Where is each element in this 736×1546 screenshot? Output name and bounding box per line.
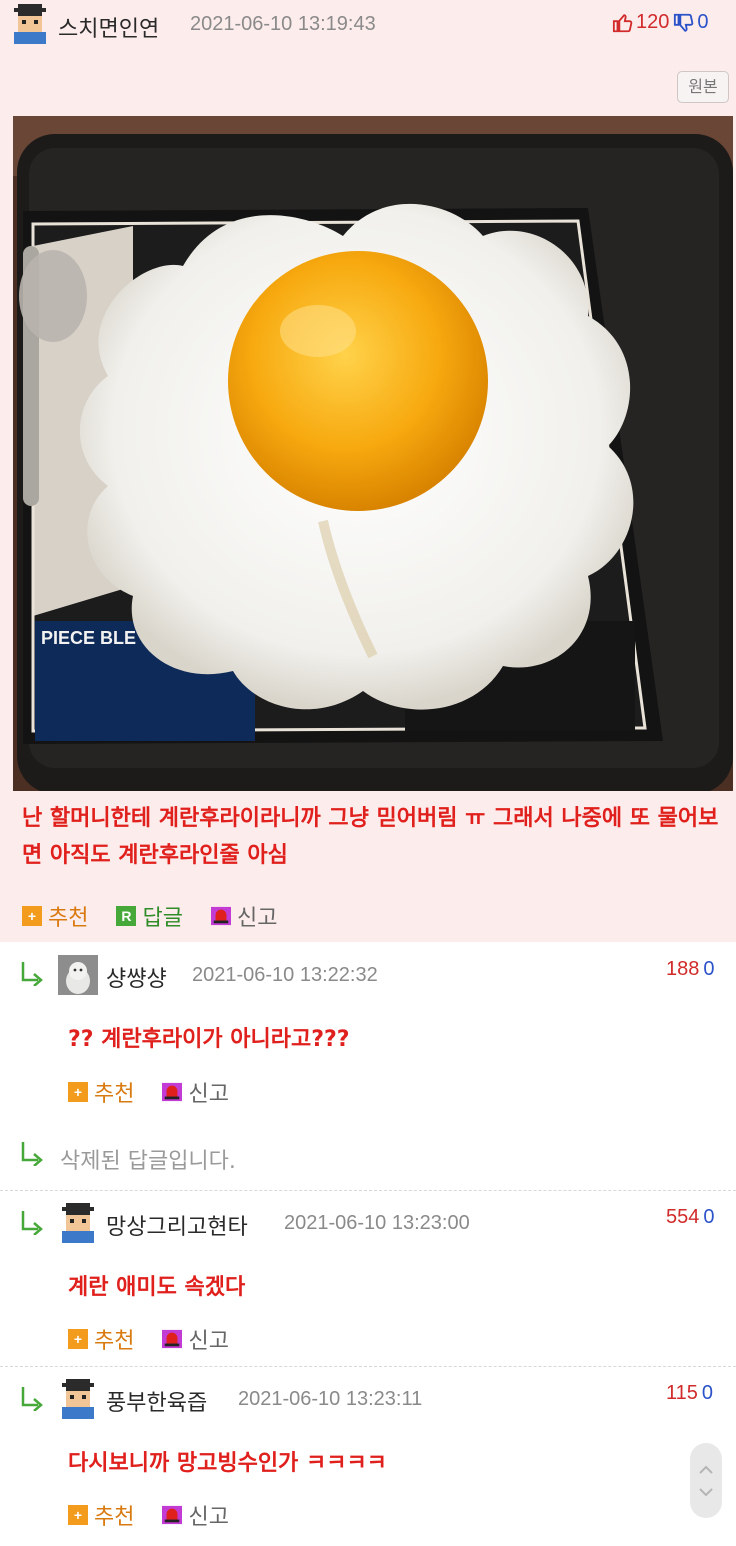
cat-avatar-icon[interactable] [58, 955, 98, 995]
post-date: 2021-06-10 13:19:43 [190, 13, 376, 35]
comment-upvote-count[interactable]: 554 [666, 1206, 699, 1229]
comment: 망상그리고현타 2021-06-10 13:23:00 554 0 계란 애미도… [0, 1190, 736, 1366]
post-photo[interactable]: PIECE BLE ncel [13, 116, 733, 791]
report-button[interactable]: 신고 [162, 1076, 229, 1108]
comment: 풍부한육즙 2021-06-10 13:23:11 115 0 다시보니까 망고… [0, 1366, 736, 1546]
comment-author[interactable]: 풍부한육즙 [106, 1385, 207, 1417]
recommend-button[interactable]: + 추천 [22, 900, 88, 932]
recommend-button[interactable]: + 추천 [68, 1323, 134, 1355]
original-post: 스치면인연 2021-06-10 13:19:43 120 0 원본 PIECE… [0, 0, 736, 942]
reply-button[interactable]: R 답글 [116, 900, 183, 932]
plus-icon: + [68, 1329, 88, 1349]
reply-arrow-icon [21, 1142, 43, 1166]
recommend-label: 추천 [94, 1505, 135, 1530]
comment-votes: 115 0 [666, 1382, 713, 1405]
recommend-label: 추천 [94, 1082, 135, 1107]
reply-icon: R [116, 906, 137, 926]
siren-icon [162, 1329, 183, 1349]
comment-actions: + 추천 신고 [68, 1499, 257, 1531]
post-author[interactable]: 스치면인연 [58, 11, 159, 43]
comment-author[interactable]: 망상그리고현타 [106, 1209, 248, 1241]
svg-text:PIECE BLE: PIECE BLE [41, 628, 136, 648]
post-body: 난 할머니한테 계란후라이라니까 그냥 믿어버림 ㅠ 그래서 나중에 또 물어보… [22, 806, 719, 868]
comment-upvote-count[interactable]: 188 [666, 958, 699, 981]
comment-date: 2021-06-10 13:23:00 [284, 1212, 470, 1234]
plus-icon: + [68, 1505, 88, 1525]
comment-upvote-count[interactable]: 115 [666, 1382, 698, 1405]
report-label: 신고 [236, 906, 278, 931]
report-label: 신고 [188, 1082, 229, 1107]
siren-icon [210, 906, 231, 926]
recommend-button[interactable]: + 추천 [68, 1499, 134, 1531]
report-button[interactable]: 신고 [162, 1499, 229, 1531]
pixel-avatar-icon[interactable] [58, 1379, 98, 1419]
siren-icon [162, 1505, 183, 1525]
post-actions: + 추천 R 답글 신고 [22, 900, 305, 932]
comment-votes: 188 0 [666, 958, 715, 981]
chevron-down-icon [699, 1488, 713, 1497]
recommend-label: 추천 [48, 906, 89, 931]
thumbs-up-icon[interactable] [612, 12, 634, 34]
pixel-avatar-icon[interactable] [58, 1203, 98, 1243]
report-button[interactable]: 신고 [162, 1323, 229, 1355]
comment-votes: 554 0 [666, 1206, 715, 1229]
comment-body: 계란 애미도 속겠다 [68, 1275, 246, 1300]
chevron-up-icon [699, 1465, 713, 1474]
report-button[interactable]: 신고 [210, 900, 278, 932]
siren-icon [162, 1082, 183, 1102]
reply-arrow-icon [21, 1387, 43, 1411]
original-image-button[interactable]: 원본 [677, 71, 729, 103]
report-label: 신고 [188, 1505, 229, 1530]
post-header: 스치면인연 2021-06-10 13:19:43 120 0 [0, 0, 736, 52]
comment-date: 2021-06-10 13:22:32 [192, 964, 378, 986]
comment-actions: + 추천 신고 [68, 1323, 257, 1355]
comment: 샹썅샹 2021-06-10 13:22:32 188 0 ?? 계란후라이가 … [0, 942, 736, 1122]
plus-icon: + [68, 1082, 88, 1102]
pixel-avatar-icon[interactable] [10, 4, 50, 44]
comment-body: 다시보니까 망고빙수인가 ㅋㅋㅋㅋ [68, 1451, 387, 1476]
comment-downvote-count[interactable]: 0 [702, 1382, 713, 1405]
deleted-comment: 삭제된 답글입니다. [0, 1122, 736, 1190]
thumbs-down-icon[interactable] [673, 12, 695, 34]
reply-label: 답글 [142, 906, 183, 931]
report-label: 신고 [188, 1329, 229, 1354]
post-downvote-count: 0 [697, 11, 709, 33]
comment-downvote-count[interactable]: 0 [703, 1206, 714, 1229]
deleted-comment-text: 삭제된 답글입니다. [60, 1149, 236, 1174]
reply-arrow-icon [21, 962, 43, 986]
post-votes: 120 0 [612, 11, 709, 34]
comment-body: ?? 계란후라이가 아니라고??? [68, 1027, 350, 1052]
recommend-label: 추천 [94, 1329, 135, 1354]
scroll-control[interactable] [690, 1443, 722, 1518]
comment-downvote-count[interactable]: 0 [703, 958, 714, 981]
post-upvote-count: 120 [636, 11, 670, 33]
recommend-button[interactable]: + 추천 [68, 1076, 134, 1108]
plus-icon: + [22, 906, 42, 926]
comment-author[interactable]: 샹썅샹 [106, 961, 167, 993]
reply-arrow-icon [21, 1211, 43, 1235]
comment-actions: + 추천 신고 [68, 1076, 257, 1108]
comment-date: 2021-06-10 13:23:11 [238, 1388, 423, 1410]
